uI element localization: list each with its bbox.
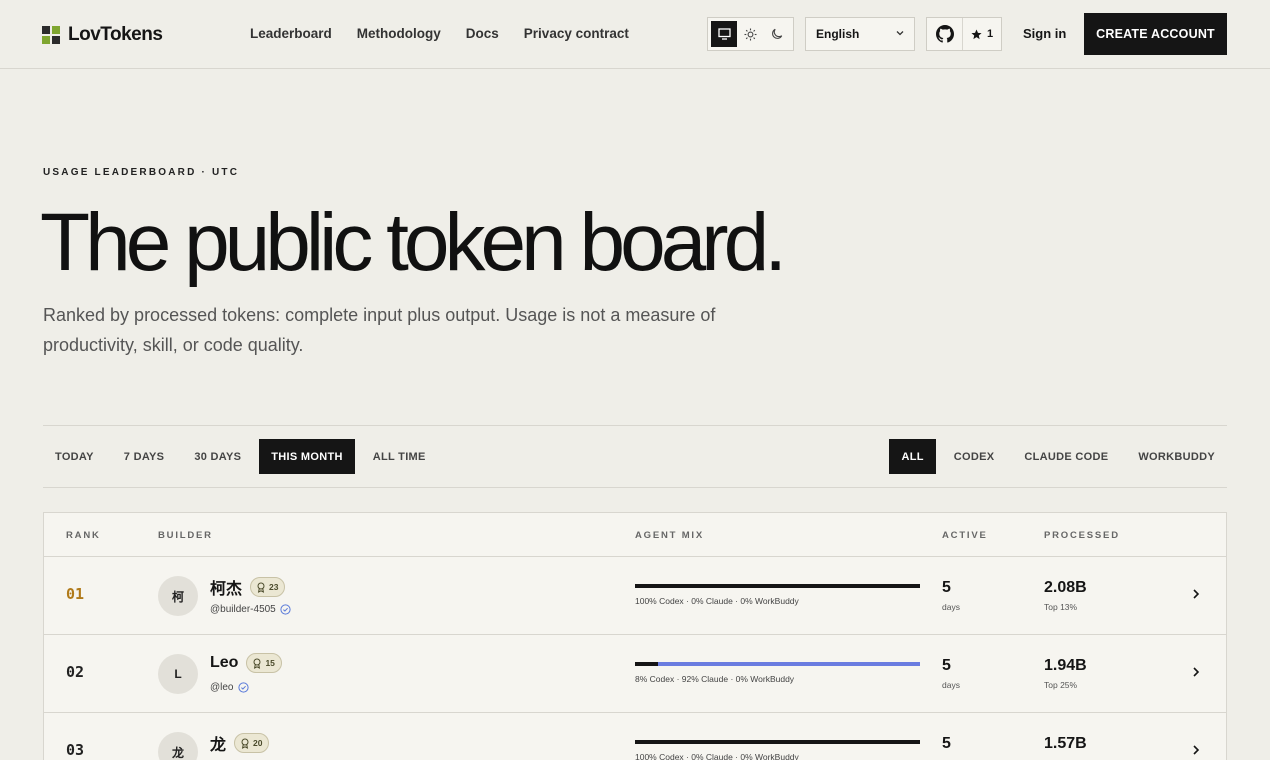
agent-filters: ALL CODEX CLAUDE CODE WORKBUDDY [883,439,1227,474]
agent-mix-text: 8% Codex · 92% Claude · 0% WorkBuddy [635,674,795,684]
level-badge: 15 [246,653,282,673]
filter-bar: TODAY 7 DAYS 30 DAYS THIS MONTH ALL TIME… [43,425,1227,488]
chevron-right-icon[interactable] [1190,744,1202,756]
processed-tokens: 2.08B [1044,579,1087,596]
builder-name[interactable]: 柯杰 [210,575,242,599]
theme-dark-button[interactable] [764,21,790,47]
agent-mix-bar [635,740,920,744]
nav-methodology[interactable]: Methodology [357,26,441,41]
logo-mark-icon [42,26,60,44]
col-active: ACTIVE [942,530,988,541]
col-builder: BUILDER [158,530,213,541]
mix-codex-segment [635,584,920,588]
row-rank: 03 [66,741,85,759]
create-account-button[interactable]: CREATE ACCOUNT [1084,13,1227,55]
agent-all[interactable]: ALL [889,439,936,474]
active-unit: days [942,602,960,612]
period-all-time[interactable]: ALL TIME [361,439,438,474]
moon-icon [771,28,783,39]
processed-percentile: Top 25% [1044,680,1078,690]
theme-light-button[interactable] [737,21,763,47]
builder-name[interactable]: 龙 [210,731,226,755]
hero-subtitle: Ranked by processed tokens: complete inp… [43,305,716,355]
processed-tokens: 1.94B [1044,657,1087,674]
nav-docs[interactable]: Docs [466,26,499,41]
monitor-icon [718,28,731,40]
table-row[interactable]: 01 柯 柯杰 23 @builder-4505 100% Codex · 0%… [44,557,1226,635]
builder-handle: @builder-4505 [210,604,276,615]
medal-icon [253,658,261,669]
active-days: 5 [942,657,951,674]
period-filters: TODAY 7 DAYS 30 DAYS THIS MONTH ALL TIME [43,439,444,474]
active-days: 5 [942,735,951,752]
sun-icon [744,28,757,40]
row-rank: 02 [66,663,85,681]
github-stars-button[interactable]: 1 [926,17,1002,51]
verified-icon [280,604,291,615]
sign-in-link[interactable]: Sign in [1023,26,1066,41]
theme-toggle [707,17,794,51]
level-badge: 23 [250,577,286,597]
verified-icon [237,682,249,693]
page-title: The public token board. [40,197,787,288]
builder-handle: @leo [210,682,234,693]
period-today[interactable]: TODAY [43,439,106,474]
active-unit: days [942,680,960,690]
brand-name: LovTokens [68,24,163,45]
agent-workbuddy[interactable]: WORKBUDDY [1126,439,1227,474]
agent-mix-text: 100% Codex · 0% Claude · 0% WorkBuddy [635,596,799,606]
builder-name[interactable]: Leo [210,654,238,672]
agent-mix-bar [635,662,920,666]
agent-mix-bar [635,584,920,588]
mix-codex-segment [635,740,920,744]
col-processed: PROCESSED [1044,530,1120,541]
active-days: 5 [942,579,951,596]
table-header: RANK BUILDER AGENT MIX ACTIVE PROCESSED [44,513,1226,557]
chevron-down-icon [896,31,904,36]
hero-eyebrow: USAGE LEADERBOARD · UTC [43,167,240,178]
row-rank: 01 [66,585,85,603]
chevron-right-icon[interactable] [1190,666,1202,678]
agent-mix-text: 100% Codex · 0% Claude · 0% WorkBuddy [635,752,799,760]
language-selected: English [816,27,860,41]
top-header: LovTokens Leaderboard Methodology Docs P… [0,0,1270,69]
language-select[interactable]: English [805,17,915,51]
period-7-days[interactable]: 7 DAYS [112,439,177,474]
table-row[interactable]: 02 L Leo 15 @leo 8% Codex · 92% Claude ·… [44,635,1226,713]
theme-system-button[interactable] [711,21,738,47]
star-icon [971,29,982,39]
period-30-days[interactable]: 30 DAYS [182,439,253,474]
medal-icon [241,738,249,749]
avatar: L [158,654,198,694]
github-star-count: 1 [987,28,994,40]
avatar: 柯 [158,576,198,616]
medal-icon [257,582,265,593]
nav-leaderboard[interactable]: Leaderboard [250,26,332,41]
brand-logo[interactable]: LovTokens [42,24,163,46]
mix-claude-segment [657,662,920,666]
chevron-right-icon[interactable] [1190,588,1202,600]
col-rank: RANK [66,530,101,541]
agent-claude-code[interactable]: CLAUDE CODE [1012,439,1120,474]
col-agent-mix: AGENT MIX [635,530,704,541]
period-this-month[interactable]: THIS MONTH [259,439,355,474]
table-row[interactable]: 03 龙 龙 20 100% Codex · 0% Claude · 0% Wo… [44,713,1226,760]
processed-percentile: Top 13% [1044,602,1078,612]
main-nav: Leaderboard Methodology Docs Privacy con… [250,26,629,41]
processed-tokens: 1.57B [1044,735,1087,752]
level-badge: 20 [234,733,270,753]
mix-codex-segment [635,662,658,666]
github-icon [935,25,954,43]
avatar: 龙 [158,732,198,760]
leaderboard-table: RANK BUILDER AGENT MIX ACTIVE PROCESSED … [43,512,1227,760]
agent-codex[interactable]: CODEX [942,439,1007,474]
nav-privacy-contract[interactable]: Privacy contract [524,26,629,41]
